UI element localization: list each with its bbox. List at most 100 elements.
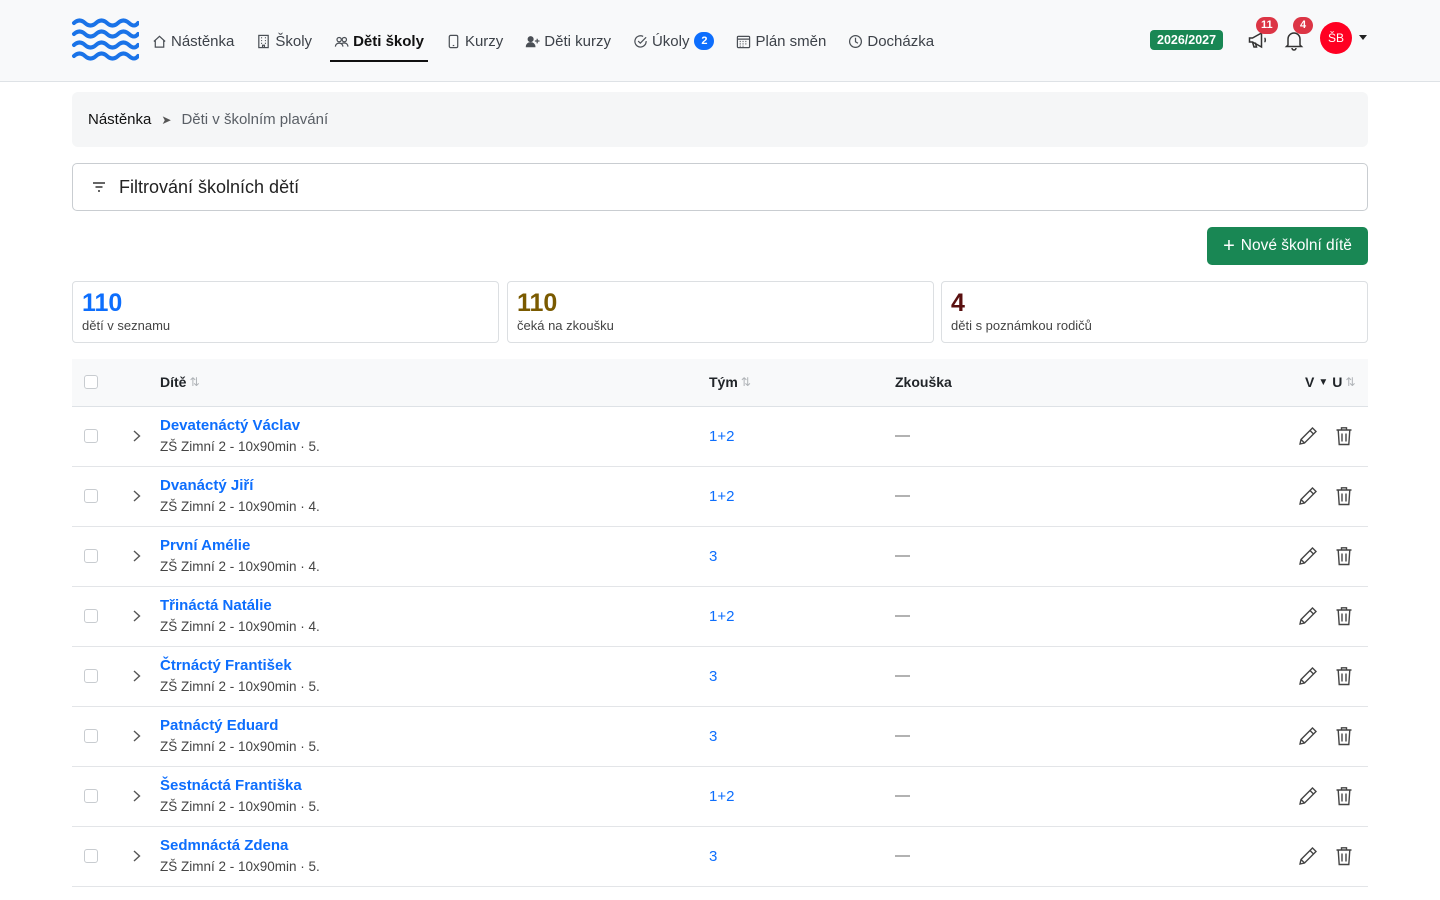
nav-item-nastenka[interactable]: Nástěnka [148,21,238,61]
stat-label: čeká na zkoušku [517,318,614,333]
plus-icon: + [1223,235,1235,257]
select-all-checkbox[interactable] [84,375,98,389]
column-header-label: V [1305,374,1315,390]
team-link[interactable]: 3 [709,548,717,565]
child-name-link[interactable]: První Amélie [160,537,250,554]
row-checkbox[interactable] [84,489,98,503]
stat-value: 110 [82,289,123,317]
row-checkbox[interactable] [84,429,98,443]
building-icon [258,34,270,48]
stat-card-waiting-exam: 110 čeká na zkoušku [507,281,934,343]
child-name-link[interactable]: Sedmnáctá Zdena [160,837,288,854]
stat-card-parent-note: 4 děti s poznámkou rodičů [941,281,1368,343]
breadcrumb-home-link[interactable]: Nástěnka [88,111,151,128]
sort-icon[interactable]: ⇅ [189,375,199,389]
filter-toggle[interactable]: Filtrování školních dětí [72,163,1368,211]
column-header-team[interactable]: Tým ⇅ [709,374,751,390]
nav-item-ukoly[interactable]: Úkoly 2 [629,21,719,61]
nav-item-plan-smen[interactable]: Plán směn [732,21,830,61]
row-checkbox[interactable] [84,849,98,863]
person-plus-icon [526,35,540,47]
new-school-child-button[interactable]: + Nové školní dítě [1207,227,1368,265]
edit-pencil-icon[interactable] [1297,605,1319,627]
row-checkbox[interactable] [84,729,98,743]
exam-value: — [895,487,910,504]
child-name-link[interactable]: Čtrnáctý František [160,657,292,674]
expand-row-chevron-icon[interactable] [130,608,144,624]
column-header-label: Zkouška [895,374,952,390]
expand-row-chevron-icon[interactable] [130,788,144,804]
child-name-link[interactable]: Třináctá Natálie [160,597,272,614]
filter-label: Filtrování školních dětí [119,176,300,197]
nav-item-skoly[interactable]: Školy [252,21,316,61]
nav-item-deti-kurzy[interactable]: Děti kurzy [521,21,615,61]
nav-item-deti-skoly[interactable]: Děti školy [330,21,428,62]
breadcrumb-separator-icon: ➤ [161,112,172,127]
delete-trash-icon[interactable] [1334,845,1354,867]
stat-value: 110 [517,289,558,317]
column-header-child[interactable]: Dítě ⇅ [160,374,200,390]
table-row: Sedmnáctá Zdena ZŠ Zimní 2 - 10x90min · … [72,827,1368,887]
main-nav: Nástěnka Školy Děti školy Kurzy Děti kur… [148,21,952,62]
team-link[interactable]: 3 [709,668,717,685]
delete-trash-icon[interactable] [1334,485,1354,507]
notifications-button[interactable]: 4 [1283,17,1313,55]
delete-trash-icon[interactable] [1334,785,1354,807]
edit-pencil-icon[interactable] [1297,725,1319,747]
table-row: Čtrnáctý František ZŠ Zimní 2 - 10x90min… [72,647,1368,707]
exam-value: — [895,427,910,444]
team-link[interactable]: 3 [709,728,717,745]
school-year-badge[interactable]: 2026/2027 [1150,30,1224,50]
delete-trash-icon[interactable] [1334,605,1354,627]
column-header-vu[interactable]: V ▼ U ⇅ [1305,374,1355,390]
new-button-label: Nové školní dítě [1240,237,1352,254]
expand-row-chevron-icon[interactable] [130,548,144,564]
edit-pencil-icon[interactable] [1297,845,1319,867]
sort-icon[interactable]: ⇅ [1345,375,1355,389]
expand-row-chevron-icon[interactable] [130,728,144,744]
nav-item-label: Nástěnka [171,32,235,50]
child-name-link[interactable]: Patnáctý Eduard [160,717,278,734]
nav-item-kurzy[interactable]: Kurzy [442,21,507,61]
nav-item-dochazka[interactable]: Docházka [844,21,938,61]
edit-pencil-icon[interactable] [1297,425,1319,447]
child-course-info: ZŠ Zimní 2 - 10x90min · 4. [160,619,320,634]
edit-pencil-icon[interactable] [1297,485,1319,507]
user-menu-caret-icon[interactable] [1359,35,1367,40]
delete-trash-icon[interactable] [1334,545,1354,567]
team-link[interactable]: 3 [709,848,717,865]
child-course-info: ZŠ Zimní 2 - 10x90min · 5. [160,799,320,814]
delete-trash-icon[interactable] [1334,425,1354,447]
edit-pencil-icon[interactable] [1297,545,1319,567]
child-name-link[interactable]: Šestnáctá Františka [160,777,302,794]
user-avatar[interactable]: ŠB [1320,22,1352,54]
team-link[interactable]: 1+2 [709,608,734,625]
caret-down-icon: ▼ [1318,376,1329,388]
expand-row-chevron-icon[interactable] [130,488,144,504]
delete-trash-icon[interactable] [1334,665,1354,687]
sort-icon[interactable]: ⇅ [741,375,751,389]
stat-value: 4 [951,289,965,317]
child-course-info: ZŠ Zimní 2 - 10x90min · 5. [160,859,320,874]
table-row: První Amélie ZŠ Zimní 2 - 10x90min · 4. … [72,527,1368,587]
row-checkbox[interactable] [84,669,98,683]
row-checkbox[interactable] [84,789,98,803]
row-checkbox[interactable] [84,549,98,563]
delete-trash-icon[interactable] [1334,725,1354,747]
edit-pencil-icon[interactable] [1297,665,1319,687]
table-row: Patnáctý Eduard ZŠ Zimní 2 - 10x90min · … [72,707,1368,767]
announcements-button[interactable]: 11 [1247,17,1278,55]
waves-logo-icon[interactable] [71,18,139,64]
nav-item-label: Kurzy [464,32,504,50]
child-name-link[interactable]: Dvanáctý Jiří [160,477,253,494]
expand-row-chevron-icon[interactable] [130,848,144,864]
team-link[interactable]: 1+2 [709,488,734,505]
table-row: Šestnáctá Františka ZŠ Zimní 2 - 10x90mi… [72,767,1368,827]
row-checkbox[interactable] [84,609,98,623]
child-name-link[interactable]: Devatenáctý Václav [160,417,300,434]
edit-pencil-icon[interactable] [1297,785,1319,807]
expand-row-chevron-icon[interactable] [130,428,144,444]
team-link[interactable]: 1+2 [709,428,734,445]
expand-row-chevron-icon[interactable] [130,668,144,684]
team-link[interactable]: 1+2 [709,788,734,805]
